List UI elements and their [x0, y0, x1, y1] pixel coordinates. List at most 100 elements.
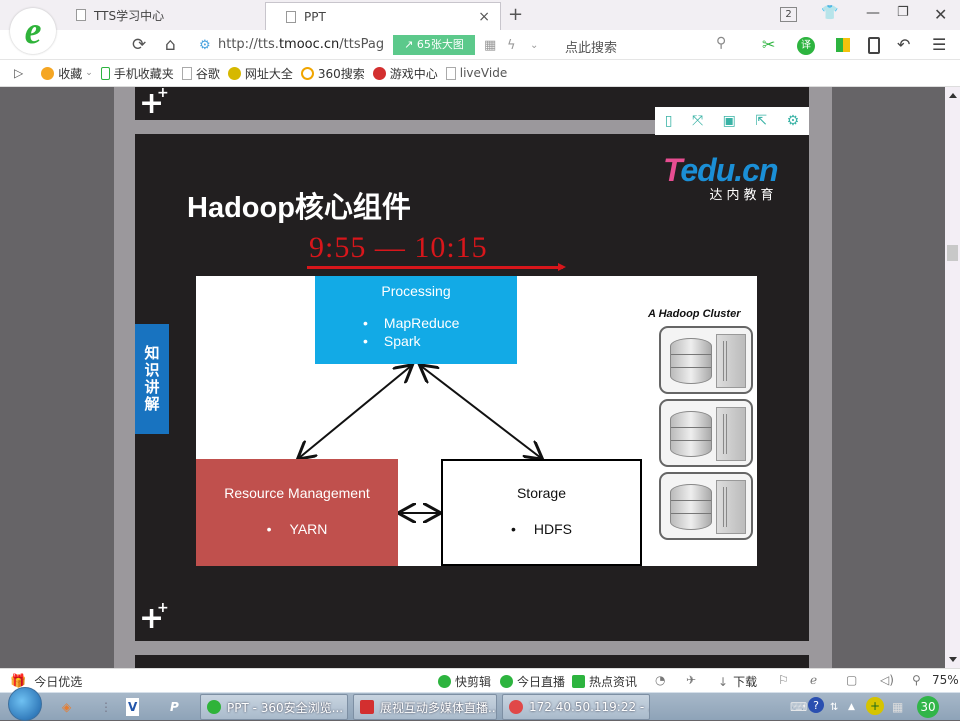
sidebar-toggle-icon[interactable]: ▷: [14, 66, 23, 80]
apps-icon[interactable]: [836, 38, 850, 52]
url-field[interactable]: http://tts.tmooc.cn/ttsPag: [218, 37, 384, 52]
task-label: 172.40.50.119:22 - ...: [529, 700, 650, 714]
cluster-label: A Hadoop Cluster: [648, 308, 741, 320]
tab-title: TTS学习中心: [94, 8, 165, 23]
resource-management-box: Resource Management • YARN: [196, 459, 398, 566]
download-button[interactable]: ↓ 下载: [718, 673, 757, 690]
vertical-scrollbar[interactable]: [945, 87, 960, 668]
url-prefix: http://tts.: [218, 37, 279, 52]
server-icon: [716, 407, 746, 461]
status-item-clip[interactable]: 快剪辑: [438, 673, 491, 690]
app-icon-p[interactable]: P: [170, 695, 179, 719]
title-bar: TTS学习中心 PPT × + 2 👕 — ❐ ✕: [0, 0, 960, 30]
status-item-live[interactable]: 今日直播: [500, 673, 565, 690]
menu-icon[interactable]: ☰: [932, 35, 946, 54]
slide-title: Hadoop核心组件: [187, 192, 411, 224]
bookmark-360search[interactable]: 360搜索: [300, 65, 365, 82]
plus-small-icon: +: [157, 87, 169, 101]
search-icon[interactable]: ⚲: [716, 35, 726, 51]
scroll-thumb[interactable]: [947, 245, 958, 261]
tab-count-badge[interactable]: 2: [780, 7, 797, 22]
flag-icon[interactable]: ⚐: [778, 673, 789, 687]
mobile-view-icon[interactable]: ▯: [665, 113, 673, 129]
browser-icon: [207, 700, 221, 714]
bookmark-label: 网址大全: [244, 66, 293, 81]
app-icon-quicklaunch[interactable]: ◈: [62, 695, 71, 719]
bookmark-mobile[interactable]: 手机收藏夹: [100, 65, 174, 82]
plus-circle-icon: [227, 66, 241, 80]
plus-small-icon: +: [157, 600, 169, 616]
tablet-icon[interactable]: [868, 37, 880, 54]
bookmark-livevideo[interactable]: liveVide: [445, 66, 507, 80]
bookmark-hao[interactable]: 网址大全: [227, 65, 293, 82]
tab-ppt[interactable]: PPT ×: [265, 2, 501, 30]
360-tray-icon[interactable]: +: [866, 697, 884, 715]
volume-icon[interactable]: ◁): [880, 673, 894, 687]
slide-next: [135, 655, 809, 668]
ie-icon[interactable]: ℯ: [810, 673, 817, 687]
tray-app-icon[interactable]: ▦: [892, 695, 903, 719]
status-item-news[interactable]: 热点资讯: [572, 673, 637, 690]
status-item-label: 今日直播: [517, 675, 566, 689]
hadoop-diagram: Processing MapReduce Spark Resource Mana…: [196, 276, 757, 566]
tab-tts[interactable]: TTS学习中心: [76, 0, 266, 30]
page-icon: [286, 10, 296, 23]
bookmark-games[interactable]: 游戏中心: [372, 65, 438, 82]
task-browser[interactable]: PPT - 360安全浏览...: [200, 694, 348, 720]
zoom-level[interactable]: 75%: [932, 673, 959, 687]
reload-icon[interactable]: ⟳: [132, 35, 146, 55]
share-icon[interactable]: ⇱: [755, 113, 767, 129]
close-window-button[interactable]: ✕: [934, 5, 947, 24]
scissors-icon[interactable]: ✂: [762, 35, 775, 54]
close-tab-icon[interactable]: ×: [478, 9, 490, 25]
settings-icon[interactable]: ⚙: [787, 113, 800, 129]
home-icon[interactable]: ⌂: [165, 35, 176, 55]
tray-expand-icon[interactable]: ▲: [848, 695, 855, 719]
speed-icon[interactable]: ◔: [655, 673, 665, 687]
chevron-down-icon[interactable]: ⌄: [530, 40, 538, 51]
tray-badge[interactable]: 30: [917, 696, 939, 718]
undo-icon[interactable]: ↶: [897, 35, 910, 54]
processing-item: Spark: [363, 333, 517, 349]
pin-icon[interactable]: ✈: [686, 673, 696, 687]
zoom-icon[interactable]: ⚲: [912, 673, 921, 687]
window-icon[interactable]: ▢: [846, 673, 857, 687]
new-tab-button[interactable]: +: [508, 4, 523, 25]
minimize-button[interactable]: —: [866, 5, 880, 21]
bookmark-favorites[interactable]: 收藏 ⌄: [41, 65, 93, 82]
fullscreen-icon[interactable]: ⤧: [692, 113, 703, 129]
app-icon-vc[interactable]: V: [126, 698, 140, 716]
scroll-down-icon[interactable]: [949, 657, 957, 662]
skin-icon[interactable]: 👕: [821, 5, 838, 21]
bookmark-label: 谷歌: [195, 66, 220, 81]
keyboard-icon[interactable]: ⌨: [790, 695, 807, 719]
page-icon: [181, 66, 192, 80]
translate-icon[interactable]: 译: [797, 37, 815, 55]
network-icon[interactable]: ⇅: [830, 695, 838, 719]
save-icon[interactable]: ▣: [723, 113, 736, 129]
qr-icon[interactable]: ▦: [484, 38, 496, 53]
timer-underline: [307, 266, 563, 269]
big-image-button[interactable]: ↗ 65张大图: [393, 35, 475, 55]
cluster-node: [659, 399, 753, 467]
browser-logo: e: [10, 8, 56, 54]
restore-button[interactable]: ❐: [897, 5, 909, 20]
help-icon[interactable]: ?: [808, 697, 824, 713]
slides-column: + + Hadoop核心组件 Tedu.cn 达内教育 9:55 — 10:15…: [114, 87, 832, 668]
task-live[interactable]: 展视互动多媒体直播...: [353, 694, 497, 720]
taskbar: ◈ ⋮ V P PPT - 360安全浏览... 展视互动多媒体直播... 17…: [0, 687, 960, 721]
bookmark-google[interactable]: 谷歌: [181, 65, 220, 82]
logo-blue-text: edu.cn: [680, 152, 778, 188]
app-icon-grip[interactable]: ⋮: [100, 695, 112, 719]
storage-item: HDFS: [533, 521, 573, 537]
lightning-icon[interactable]: ϟ: [507, 38, 516, 53]
search-input[interactable]: 点此搜索: [565, 37, 617, 56]
resource-item: YARN: [289, 521, 328, 537]
start-button[interactable]: [8, 687, 42, 721]
arrow-processing-storage: [421, 366, 541, 458]
slide-toolbox: ▯ ⤧ ▣ ⇱ ⚙: [655, 107, 809, 135]
scroll-up-icon[interactable]: [949, 93, 957, 98]
server-icon: [716, 480, 746, 534]
knowledge-tag: 知识讲解: [135, 324, 169, 434]
task-ssh[interactable]: 172.40.50.119:22 - ...: [502, 694, 650, 720]
